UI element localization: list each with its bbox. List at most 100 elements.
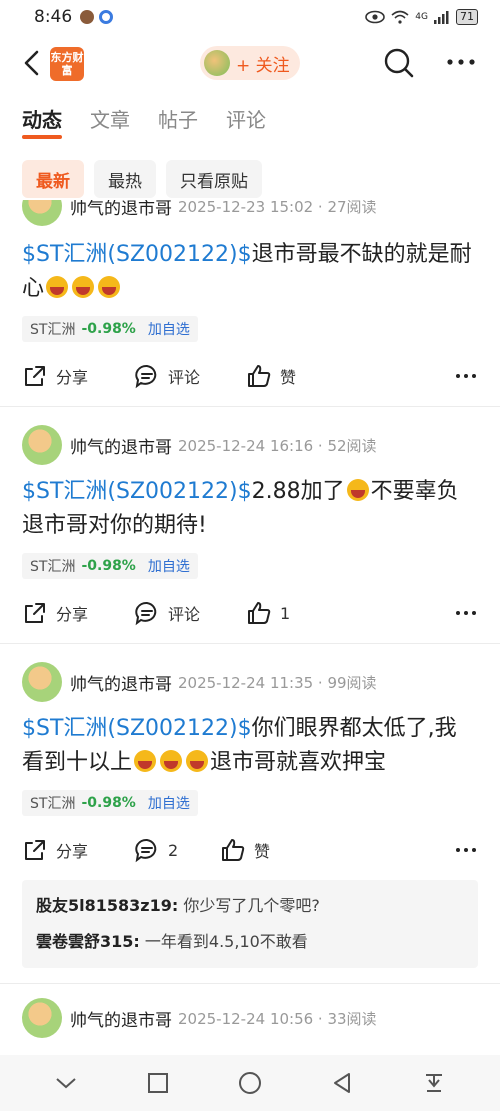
recents-button[interactable] (140, 1065, 176, 1101)
comment-button[interactable]: 2 (134, 837, 220, 863)
post-meta: 2025-12-24 10:56 · 33阅读 (178, 1009, 377, 1028)
share-icon (25, 366, 45, 386)
like-button[interactable]: 1 (246, 600, 290, 626)
comment-item[interactable]: 雲卷雲舒315: 一年看到4.5,10不敢看 (36, 924, 464, 960)
chevron-left-icon[interactable] (18, 48, 48, 78)
triangle-back-icon (334, 1073, 350, 1093)
comment-user[interactable]: 雲卷雲舒315: (36, 932, 140, 951)
tab-comments[interactable]: 评论 (226, 104, 266, 133)
grin-emoji-icon (160, 750, 183, 772)
comment-preview[interactable]: 股友5l81583z19: 你少写了几个零吧? 雲卷雲舒315: 一年看到4.5… (22, 880, 478, 968)
add-watchlist-button[interactable]: 加自选 (148, 319, 190, 339)
post-meta: 2025-12-24 11:35 · 99阅读 (178, 673, 377, 692)
more-dots-icon[interactable] (454, 364, 478, 388)
more-dots-icon[interactable] (454, 838, 478, 862)
post-author[interactable]: 帅气的退市哥 (70, 200, 172, 219)
tab-dynamics[interactable]: 动态 (22, 104, 62, 139)
post-item[interactable]: 帅气的退市哥 2025-12-24 16:16 · 52阅读 $ST汇洲(SZ0… (0, 407, 500, 644)
post-feed: 帅气的退市哥 2025-12-23 15:02 · 27阅读 $ST汇洲(SZ0… (0, 200, 500, 1055)
search-icon[interactable] (382, 46, 416, 80)
thumbs-up-icon (248, 365, 271, 387)
post-meta: 2025-12-24 16:16 · 52阅读 (178, 436, 377, 455)
follow-button[interactable]: + 关注 (200, 46, 300, 80)
comment-icon (135, 838, 157, 863)
notification-shade-button[interactable] (416, 1065, 452, 1101)
post-content[interactable]: $ST汇洲(SZ002122)$2.88加了 不要辜负退市哥对你的期待! (22, 475, 478, 543)
share-icon (25, 603, 45, 623)
more-dots-icon[interactable] (454, 601, 478, 625)
profile-tabs: 动态 文章 帖子 评论 (22, 104, 266, 139)
comment-icon (135, 601, 157, 626)
wifi-icon (391, 10, 409, 24)
app-notification-icon (80, 10, 95, 24)
comment-button[interactable]: 评论 (134, 363, 246, 389)
grin-emoji-icon (134, 750, 157, 772)
avatar[interactable] (22, 662, 62, 702)
stock-tag[interactable]: ST汇洲 -0.98% 加自选 (22, 316, 198, 342)
circle-icon (239, 1072, 261, 1094)
post-item[interactable]: 帅气的退市哥 2025-12-24 11:35 · 99阅读 $ST汇洲(SZ0… (0, 644, 500, 984)
tab-articles[interactable]: 文章 (90, 104, 130, 133)
share-button[interactable]: 分享 (22, 363, 134, 389)
battery-icon: 71 (456, 9, 478, 25)
stock-tag[interactable]: ST汇洲 -0.98% 加自选 (22, 553, 198, 579)
comment-user[interactable]: 股友5l81583z19: (36, 896, 178, 915)
grin-emoji-icon (346, 479, 369, 501)
post-header: 帅气的退市哥 2025-12-24 10:56 · 33阅读 (22, 998, 377, 1038)
avatar[interactable] (22, 425, 62, 465)
thumbs-up-icon (248, 602, 271, 624)
app-logo: 东方财富 (50, 47, 84, 81)
back-button[interactable] (324, 1065, 360, 1101)
share-icon (25, 840, 45, 860)
stock-ticker-link[interactable]: $ST汇洲(SZ002122)$ (22, 242, 252, 267)
system-nav-bar (0, 1055, 500, 1111)
filter-latest[interactable]: 最新 (22, 160, 84, 198)
filter-hottest[interactable]: 最热 (94, 160, 156, 198)
top-navbar: 东方财富 + 关注 (0, 40, 500, 86)
post-item[interactable]: 帅气的退市哥 2025-12-24 10:56 · 33阅读 (0, 984, 500, 1055)
post-author[interactable]: 帅气的退市哥 (70, 433, 172, 458)
post-meta: 2025-12-23 15:02 · 27阅读 (178, 200, 377, 216)
add-watchlist-button[interactable]: 加自选 (148, 556, 190, 576)
avatar[interactable] (22, 200, 62, 226)
grin-emoji-icon (46, 276, 69, 298)
stock-ticker-link[interactable]: $ST汇洲(SZ002122)$ (22, 716, 252, 741)
collapse-nav-button[interactable] (48, 1065, 84, 1101)
like-button[interactable]: 赞 (246, 363, 296, 389)
avatar[interactable] (22, 998, 62, 1038)
grin-emoji-icon (186, 750, 209, 772)
stock-ticker-link[interactable]: $ST汇洲(SZ002122)$ (22, 479, 252, 504)
filter-original-only[interactable]: 只看原贴 (166, 160, 262, 198)
home-button[interactable] (232, 1065, 268, 1101)
comment-count: 2 (168, 840, 179, 860)
eye-icon (365, 10, 386, 24)
grin-emoji-icon (98, 276, 121, 298)
like-button[interactable]: 赞 (220, 837, 270, 863)
comment-icon (135, 364, 157, 389)
stock-tag[interactable]: ST汇洲 -0.98% 加自选 (22, 790, 198, 816)
tab-posts[interactable]: 帖子 (158, 104, 198, 133)
post-actions: 分享 评论 赞 (22, 360, 478, 392)
post-author[interactable]: 帅气的退市哥 (70, 1006, 172, 1031)
post-header: 帅气的退市哥 2025-12-24 16:16 · 52阅读 (22, 425, 377, 465)
chevron-down-icon (56, 1078, 76, 1089)
comment-button[interactable]: 评论 (134, 600, 246, 626)
status-time: 8:46 (34, 7, 73, 27)
thumbs-up-icon (222, 839, 245, 861)
share-button[interactable]: 分享 (22, 837, 134, 863)
square-icon (148, 1073, 168, 1093)
follow-label: + 关注 (236, 55, 290, 76)
post-content[interactable]: $ST汇洲(SZ002122)$退市哥最不缺的就是耐心 (22, 238, 478, 306)
add-watchlist-button[interactable]: 加自选 (148, 793, 190, 813)
post-actions: 分享 2 赞 (22, 834, 478, 866)
post-author[interactable]: 帅气的退市哥 (70, 670, 172, 695)
post-item[interactable]: 帅气的退市哥 2025-12-23 15:02 · 27阅读 $ST汇洲(SZ0… (0, 200, 500, 407)
post-header: 帅气的退市哥 2025-12-23 15:02 · 27阅读 (22, 200, 377, 226)
network-type: 4G (415, 12, 428, 22)
share-button[interactable]: 分享 (22, 600, 134, 626)
post-content[interactable]: $ST汇洲(SZ002122)$你们眼界都太低了,我看到十以上 退市哥就喜欢押宝 (22, 712, 478, 780)
post-actions: 分享 评论 1 (22, 597, 478, 629)
more-dots-icon[interactable] (444, 52, 478, 72)
like-count: 1 (280, 603, 291, 623)
comment-item[interactable]: 股友5l81583z19: 你少写了几个零吧? (36, 888, 464, 924)
